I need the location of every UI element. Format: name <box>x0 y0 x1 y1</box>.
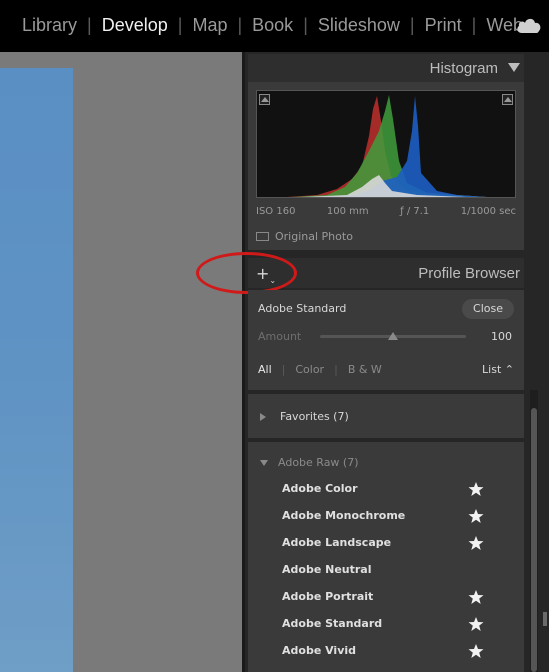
profile-item[interactable]: Adobe Landscape <box>282 536 512 556</box>
profile-browser-title: Profile Browser <box>418 265 520 282</box>
photo-canvas[interactable] <box>0 52 242 672</box>
module-list: Library | Develop | Map | Book | Slidesh… <box>12 15 533 36</box>
close-button[interactable]: Close <box>462 299 514 319</box>
star-icon[interactable] <box>468 589 484 605</box>
profile-item[interactable]: Adobe Vivid <box>282 644 512 664</box>
module-print[interactable]: Print <box>415 15 472 36</box>
view-mode-select[interactable]: List ⌃ <box>482 363 514 376</box>
histogram-title: Histogram <box>429 60 498 77</box>
original-photo-label: Original Photo <box>275 230 353 243</box>
amount-slider-thumb[interactable] <box>388 332 398 340</box>
profile-item-label: Adobe Color <box>282 482 358 495</box>
adobe-raw-group: Adobe Raw (7) Adobe Color Adobe Monochrom… <box>248 442 524 672</box>
profile-item[interactable]: Adobe Neutral <box>282 563 512 583</box>
scrollbar-thumb[interactable] <box>531 408 537 672</box>
annotation-circle <box>196 252 297 294</box>
original-photo-toggle[interactable]: Original Photo <box>256 230 353 243</box>
module-picker-bar: Library | Develop | Map | Book | Slidesh… <box>0 0 549 52</box>
collapse-triangle-icon[interactable] <box>508 63 520 72</box>
histogram-curves <box>287 95 488 197</box>
aperture-value: ƒ / 7.1 <box>400 206 430 217</box>
star-icon[interactable] <box>468 643 484 659</box>
adobe-raw-header[interactable]: Adobe Raw (7) <box>260 456 359 469</box>
profile-item[interactable]: Adobe Monochrome <box>282 509 512 529</box>
profile-filters: All | Color | B & W <box>258 363 392 376</box>
profile-item-label: Adobe Monochrome <box>282 509 406 522</box>
module-book[interactable]: Book <box>242 15 303 36</box>
module-map[interactable]: Map <box>182 15 237 36</box>
profile-item-label: Adobe Vivid <box>282 644 357 657</box>
amount-value[interactable]: 100 <box>491 330 512 343</box>
filter-separator: | <box>281 363 286 376</box>
star-icon[interactable] <box>468 616 484 632</box>
module-library[interactable]: Library <box>12 15 87 36</box>
profile-item-label: Adobe Portrait <box>282 590 374 603</box>
histogram-graph[interactable] <box>256 90 516 198</box>
star-icon[interactable] <box>468 535 484 551</box>
cloud-icon[interactable] <box>515 16 543 34</box>
histogram-header[interactable]: Histogram <box>248 54 524 82</box>
profile-item[interactable]: Adobe Portrait <box>282 590 512 610</box>
favorites-label: Favorites (7) <box>280 410 349 423</box>
filter-color[interactable]: Color <box>295 363 324 376</box>
filter-separator: | <box>334 363 338 376</box>
amount-slider[interactable] <box>320 332 466 340</box>
profile-item-label: Adobe Neutral <box>282 563 372 576</box>
module-slideshow[interactable]: Slideshow <box>308 15 410 36</box>
amount-label: Amount <box>258 330 302 343</box>
panel-scrollbar[interactable] <box>530 390 538 672</box>
current-profile-name: Adobe Standard <box>258 302 347 315</box>
histogram-panel: ISO 160 100 mm ƒ / 7.1 1/1000 sec Origin… <box>248 82 524 250</box>
iso-value: ISO 160 <box>256 206 296 217</box>
star-icon[interactable] <box>468 481 484 497</box>
profile-browser-controls: Adobe Standard Close Amount 100 All | Co… <box>248 290 524 390</box>
profile-item[interactable]: Adobe Standard <box>282 617 512 637</box>
photo-preview[interactable] <box>0 68 73 672</box>
focal-length-value: 100 mm <box>326 206 369 217</box>
highlight-clipping-icon[interactable] <box>502 94 513 105</box>
filter-bw[interactable]: B & W <box>348 363 382 376</box>
profile-item-label: Adobe Standard <box>282 617 383 630</box>
profile-item-label: Adobe Landscape <box>282 536 392 549</box>
shutter-value: 1/1000 sec <box>460 206 516 217</box>
star-icon[interactable] <box>468 508 484 524</box>
collapse-triangle-icon[interactable] <box>260 459 268 466</box>
favorites-group[interactable]: Favorites (7) <box>248 394 524 438</box>
module-develop[interactable]: Develop <box>92 15 178 36</box>
shadow-clipping-icon[interactable] <box>259 94 270 105</box>
profile-item[interactable]: Adobe Color <box>282 482 512 502</box>
favorites-header[interactable]: Favorites (7) <box>260 410 349 423</box>
adobe-raw-label: Adobe Raw (7) <box>278 456 359 469</box>
filter-all[interactable]: All <box>258 363 272 376</box>
panel-edge-handle[interactable] <box>543 612 547 626</box>
expand-triangle-icon[interactable] <box>260 412 266 421</box>
exif-info: ISO 160 100 mm ƒ / 7.1 1/1000 sec <box>256 206 516 217</box>
original-photo-icon <box>256 232 269 241</box>
